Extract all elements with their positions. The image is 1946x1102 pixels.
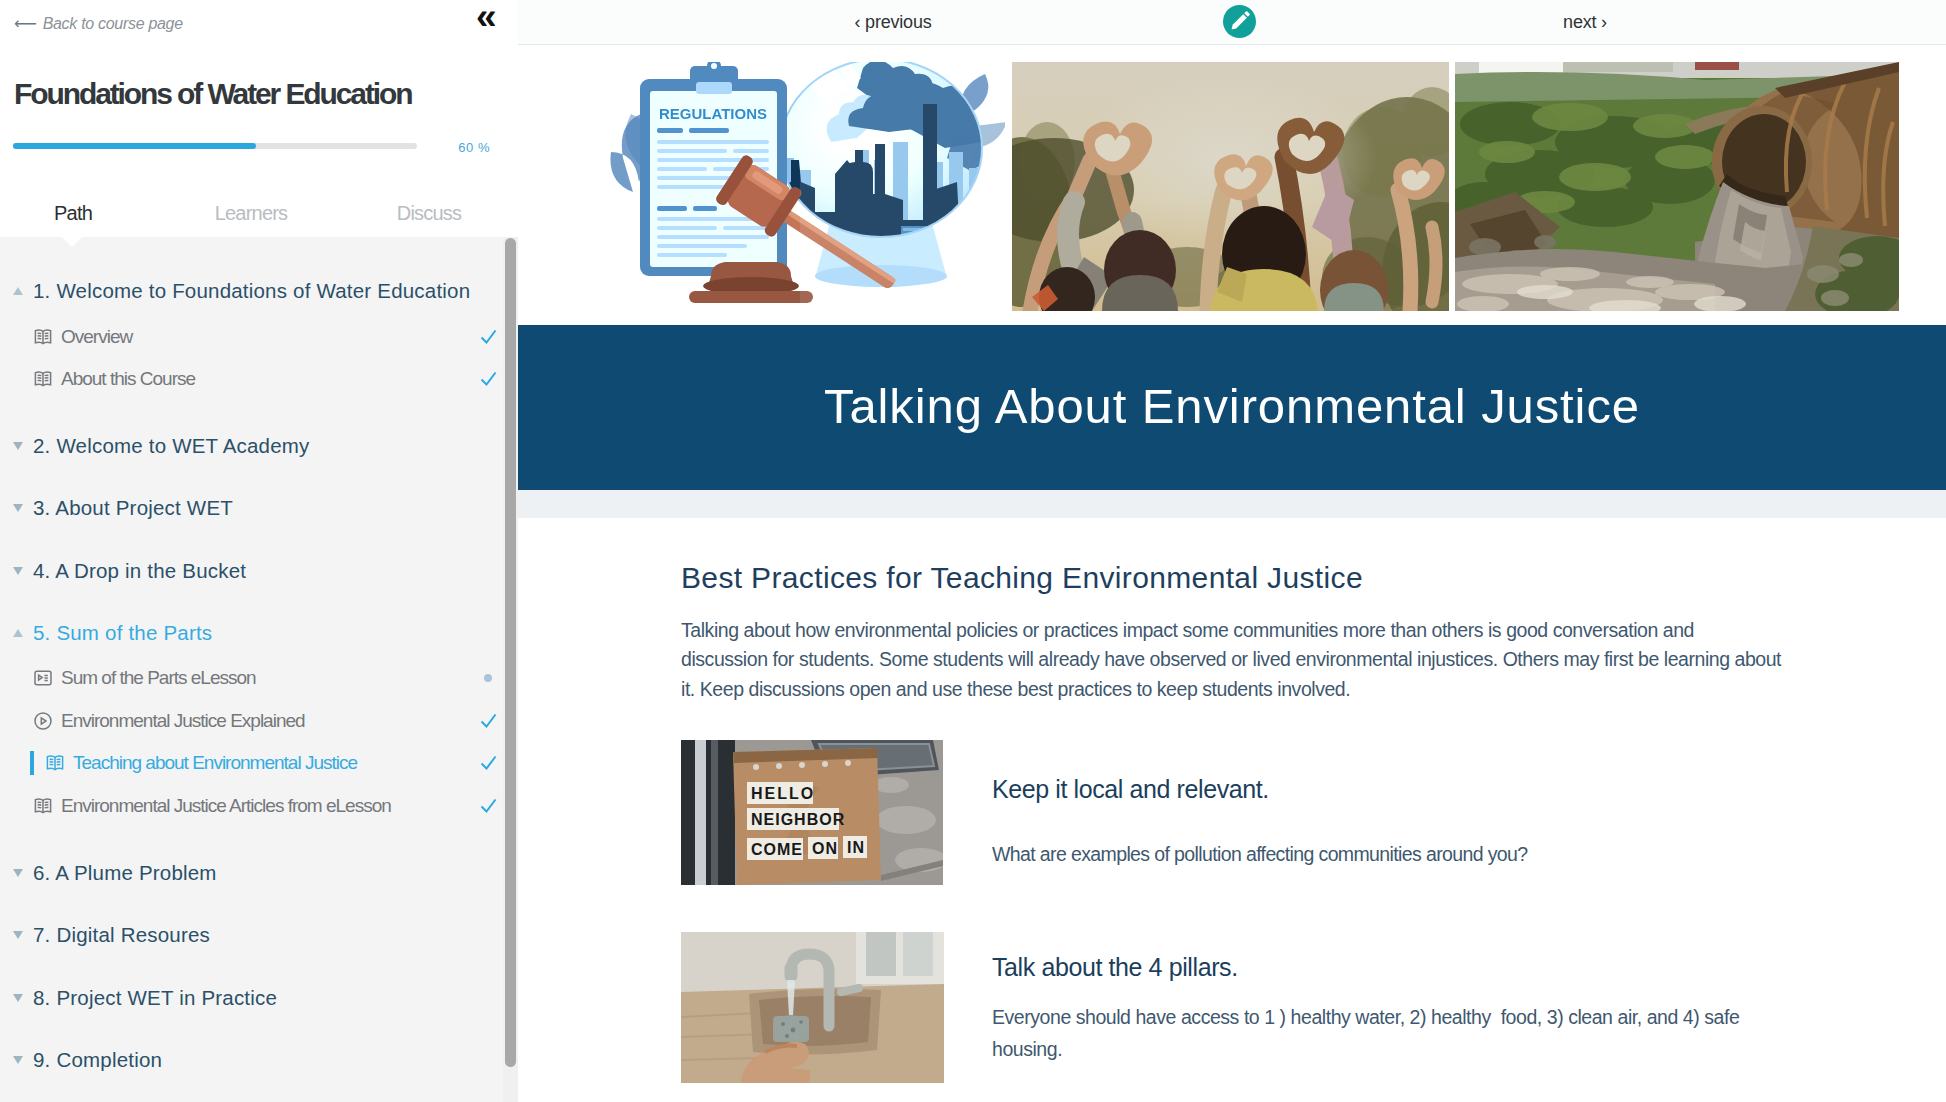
svg-text:NEIGHBOR: NEIGHBOR: [751, 811, 845, 828]
svg-text:REGULATIONS: REGULATIONS: [659, 105, 767, 122]
svg-text:HELLO: HELLO: [751, 785, 815, 802]
svg-text:ON: ON: [812, 840, 838, 857]
svg-text:COME: COME: [751, 841, 803, 858]
svg-text:IN: IN: [847, 839, 865, 856]
